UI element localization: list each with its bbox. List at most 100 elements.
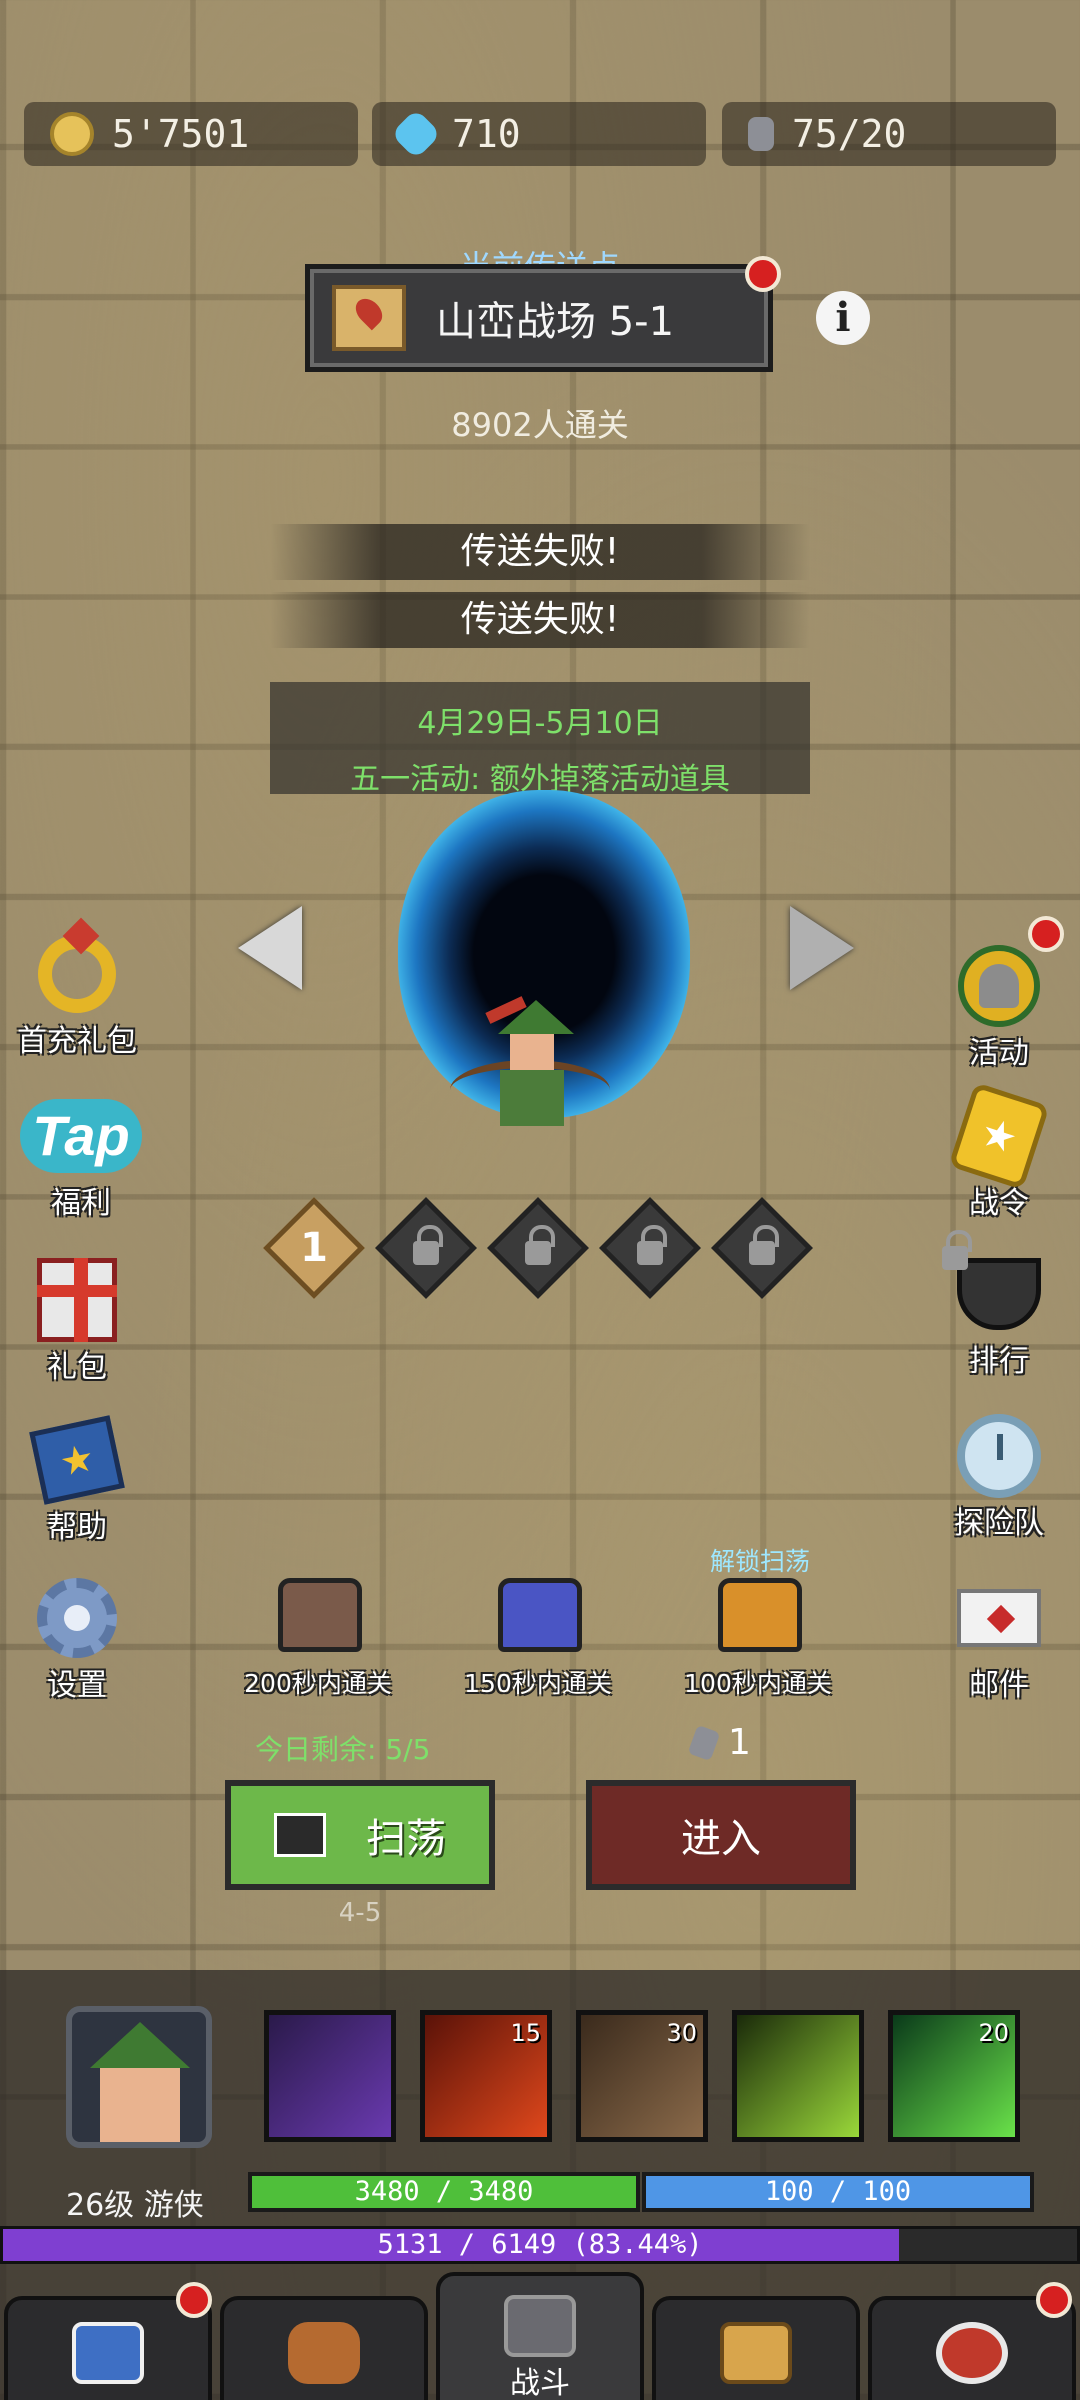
- stamina-stone-icon: [687, 1724, 721, 1761]
- notification-dot: [1028, 916, 1064, 952]
- backpack-icon: [288, 2322, 360, 2384]
- envelope-icon: [957, 1589, 1041, 1647]
- stamina-value: 75/20: [792, 112, 907, 156]
- rune-stone-icon: [936, 2322, 1008, 2384]
- hero-level-class: 26级 游侠: [66, 2188, 204, 2223]
- tap-logo-icon: Tap: [20, 1099, 142, 1173]
- stamina-stone-icon: [748, 117, 774, 151]
- stage-1-button[interactable]: 1: [263, 1197, 365, 1299]
- nav-battle-label: 战斗: [510, 2366, 570, 2400]
- ranking-label: 排行: [969, 1344, 1029, 1379]
- hero-portrait[interactable]: [66, 2006, 212, 2148]
- enter-label: 进入: [681, 1816, 761, 1862]
- welfare-button[interactable]: Tap 福利: [16, 1090, 146, 1222]
- today-remaining: 今日剩余: 5/5: [255, 1733, 431, 1766]
- arrow-rain-icon[interactable]: 30: [576, 2010, 708, 2142]
- stage-locked[interactable]: [711, 1197, 813, 1299]
- mp-bar: 100 / 100: [642, 2172, 1034, 2212]
- sweep-button[interactable]: 扫荡: [225, 1780, 495, 1890]
- battle-pass-label: 战令: [969, 1186, 1029, 1221]
- nav-inventory[interactable]: [220, 2296, 428, 2400]
- crossbow-icon[interactable]: 15: [420, 2010, 552, 2142]
- clear-count: 8902人通关: [451, 406, 629, 444]
- shop-stall-icon: [72, 2322, 144, 2384]
- entry-cost-value: 1: [728, 1722, 751, 1763]
- welfare-label: 福利: [51, 1186, 111, 1221]
- chest-icon[interactable]: [498, 1578, 582, 1652]
- lock-icon: [749, 1241, 775, 1265]
- chest-label: 200秒内通关: [244, 1669, 392, 1698]
- expedition-label: 探险队: [954, 1506, 1044, 1541]
- toast-message: 传送失败!: [270, 524, 810, 580]
- mail-label: 邮件: [969, 1668, 1029, 1703]
- unlock-sweep-label: 解锁扫荡: [709, 1547, 810, 1576]
- expedition-button[interactable]: 探险队: [934, 1410, 1064, 1542]
- event-dates: 4月29日-5月10日: [417, 706, 663, 741]
- swift-boots-icon[interactable]: [732, 2010, 864, 2142]
- dark-arrow-icon[interactable]: [264, 2010, 396, 2142]
- enter-button[interactable]: 进入: [586, 1780, 856, 1890]
- info-button[interactable]: i: [816, 291, 870, 345]
- castle-gate-icon: [504, 2295, 576, 2357]
- lock-icon: [637, 1241, 663, 1265]
- previous-stage-arrow[interactable]: [238, 906, 302, 990]
- xp-bar: 5131 / 6149 (83.44%): [0, 2226, 1080, 2264]
- lock-icon: [413, 1241, 439, 1265]
- skill-level-badge: 15: [510, 2019, 541, 2047]
- clapperboard-icon: [274, 1813, 326, 1857]
- teleport-selector[interactable]: 山峦战场 5-1: [305, 264, 773, 372]
- activity-label: 活动: [969, 1036, 1029, 1071]
- stage-locked[interactable]: [375, 1197, 477, 1299]
- mail-button[interactable]: 邮件: [934, 1572, 1064, 1704]
- settings-label: 设置: [47, 1668, 107, 1703]
- first-recharge-label: 首充礼包: [17, 1024, 137, 1059]
- next-stage-arrow[interactable]: [790, 906, 854, 990]
- gold-counter: 5'7501: [24, 102, 358, 166]
- first-recharge-button[interactable]: 首充礼包: [12, 928, 142, 1060]
- notification-dot: [745, 256, 781, 292]
- ticket-icon: ★: [948, 1082, 1050, 1190]
- hp-bar: 3480 / 3480: [248, 2172, 640, 2212]
- activity-button[interactable]: 活动: [934, 940, 1064, 1072]
- chest-label: 100秒内通关: [684, 1669, 832, 1698]
- stage-locked[interactable]: [487, 1197, 589, 1299]
- chest-label: 150秒内通关: [464, 1669, 612, 1698]
- help-button[interactable]: ★ 帮助: [12, 1414, 142, 1546]
- book-icon: ★: [29, 1415, 125, 1505]
- skill-level-badge: 30: [666, 2019, 697, 2047]
- xp-text: 5131 / 6149 (83.44%): [377, 2229, 703, 2260]
- gift-pack-button[interactable]: 礼包: [12, 1254, 142, 1386]
- sweep-label: 扫荡: [366, 1816, 446, 1862]
- gift-icon: [37, 1258, 117, 1342]
- ring-icon: [38, 935, 116, 1013]
- skill-level-badge: 20: [978, 2019, 1009, 2047]
- hero-sprite: [450, 996, 610, 1130]
- paw-icon[interactable]: 20: [888, 2010, 1020, 2142]
- notification-dot: [1036, 2282, 1072, 2318]
- nav-codex[interactable]: [652, 2296, 860, 2400]
- open-book-icon: [720, 2322, 792, 2384]
- diamond-value: 710: [452, 112, 521, 156]
- event-banner[interactable]: 4月29日-5月10日 五一活动: 额外掉落活动道具: [270, 682, 810, 797]
- teleport-name: 山峦战场 5-1: [436, 299, 675, 345]
- nav-battle[interactable]: 战斗: [436, 2272, 644, 2400]
- chest-icon[interactable]: [718, 1578, 802, 1652]
- gold-value: 5'7501: [112, 112, 250, 156]
- alarm-clock-icon: [957, 1414, 1041, 1498]
- entry-cost: 1: [687, 1722, 751, 1763]
- help-label: 帮助: [47, 1510, 107, 1545]
- chest-icon[interactable]: [278, 1578, 362, 1652]
- diamond-icon: [390, 108, 442, 160]
- lock-icon: [525, 1241, 551, 1265]
- sweep-range: 4-5: [338, 1898, 382, 1928]
- stamina-counter: 75/20: [722, 102, 1056, 166]
- lock-icon: [942, 1230, 972, 1270]
- battle-pass-button[interactable]: ★ 战令: [934, 1082, 1064, 1222]
- diamond-counter: 710: [372, 102, 706, 166]
- stage-locked[interactable]: [599, 1197, 701, 1299]
- gold-coin-icon: [50, 112, 94, 156]
- settings-button[interactable]: 设置: [12, 1572, 142, 1704]
- toast-message: 传送失败!: [270, 592, 810, 648]
- gear-icon: [37, 1578, 117, 1658]
- stage-number: 1: [300, 1225, 328, 1271]
